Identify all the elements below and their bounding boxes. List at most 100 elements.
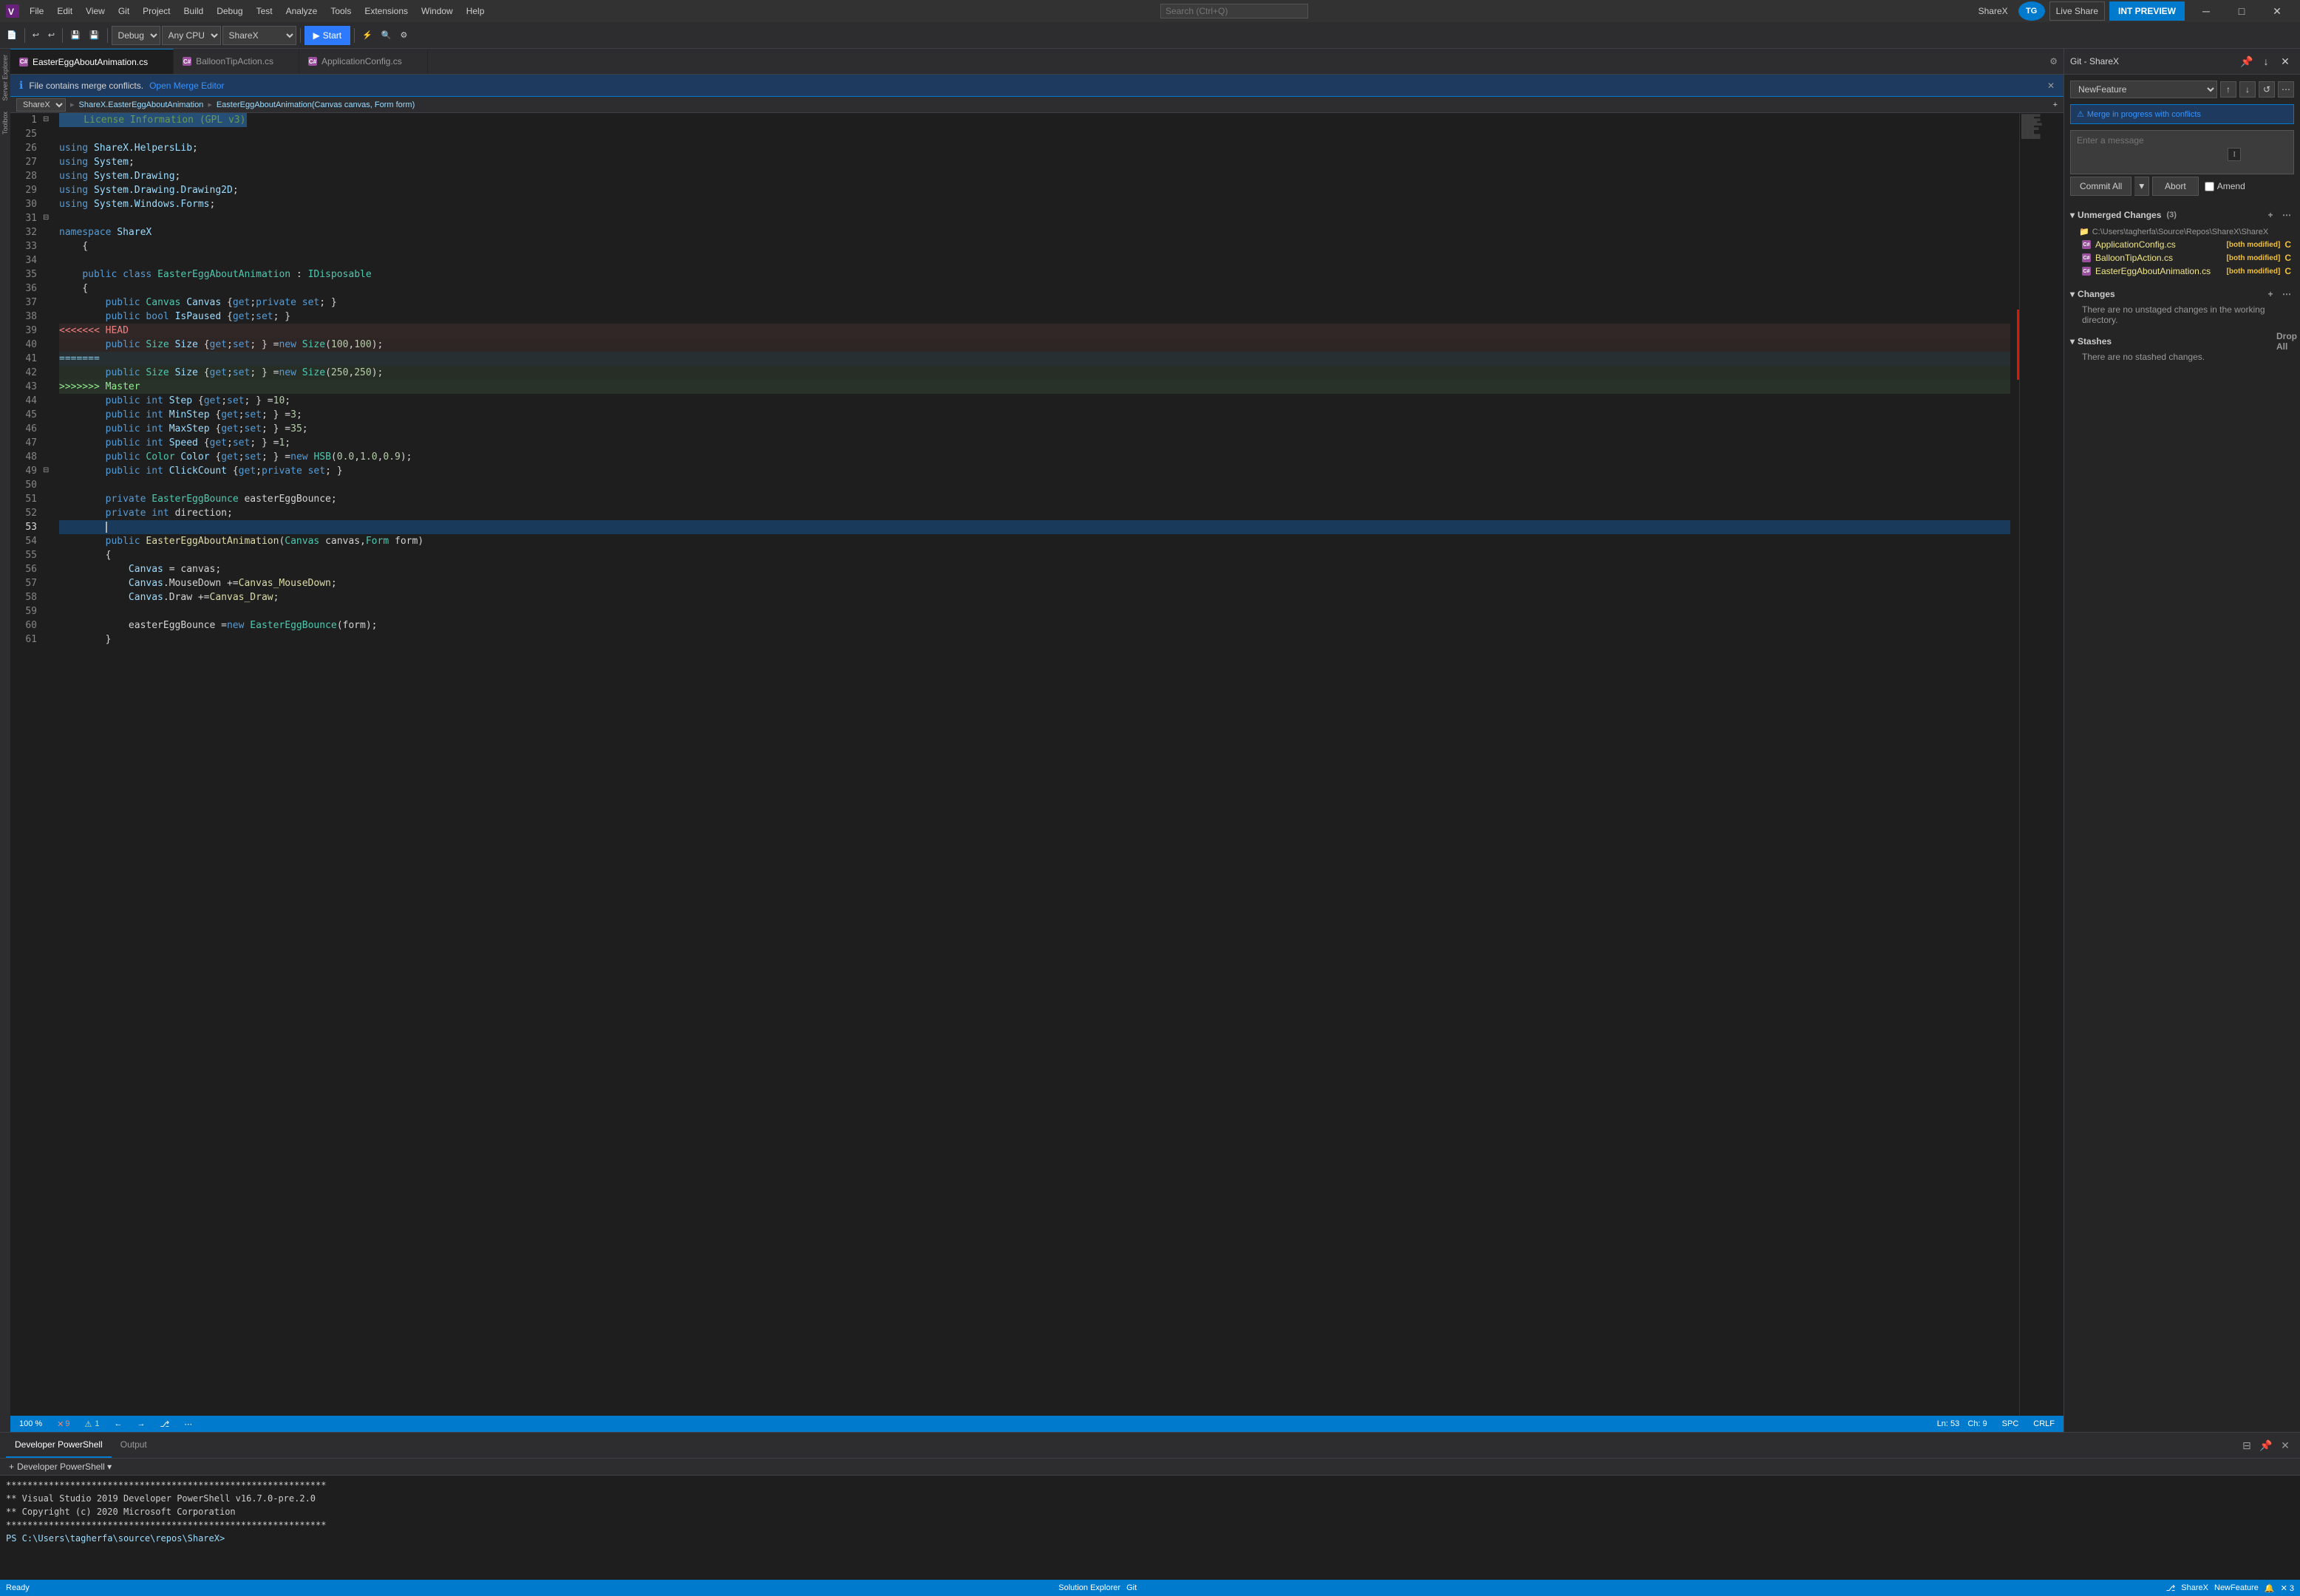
unmerged-file-3[interactable]: C# EasterEggAboutAnimation.cs [both modi… xyxy=(2079,265,2294,278)
mini-map[interactable]: ████████████ ████████ ████████████ █████… xyxy=(2019,113,2063,1416)
branch-up-btn[interactable]: ↑ xyxy=(2220,81,2236,98)
code-line-54[interactable]: public EasterEggAboutAnimation(Canvas ca… xyxy=(59,534,2010,548)
tab-balloon[interactable]: C# BalloonTipAction.cs ✕ xyxy=(174,49,299,74)
bottom-panel-pin-btn[interactable]: 📌 xyxy=(2257,1436,2275,1454)
add-toolbar-item-btn[interactable]: + xyxy=(2053,100,2058,109)
menu-file[interactable]: File xyxy=(24,3,50,19)
scope-dropdown[interactable]: ShareX xyxy=(16,98,66,112)
terminal-line-5[interactable]: PS C:\Users\tagherfa\source\repos\ShareX… xyxy=(6,1532,2294,1545)
code-line-60[interactable]: easterEggBounce = new EasterEggBounce(fo… xyxy=(59,618,2010,632)
menu-project[interactable]: Project xyxy=(137,3,176,19)
code-line-45[interactable]: public int MinStep { get; set; } = 3; xyxy=(59,408,2010,422)
toolbar-btn-2[interactable]: 🔍 xyxy=(378,26,395,45)
branch-dropdown[interactable]: NewFeature xyxy=(2070,81,2217,98)
breadcrumb-method[interactable]: EasterEggAboutAnimation(Canvas canvas, F… xyxy=(217,100,415,109)
code-line-46[interactable]: public int MaxStep { get; set; } = 35; xyxy=(59,422,2010,436)
git-panel-close-btn[interactable]: ✕ xyxy=(2276,52,2294,70)
code-line-33[interactable]: { xyxy=(59,239,2010,253)
restore-button[interactable]: □ xyxy=(2225,0,2259,22)
tab-output[interactable]: Output xyxy=(112,1433,156,1458)
solution-explorer-tab[interactable]: Solution Explorer xyxy=(1058,1583,1120,1592)
minimize-button[interactable]: ─ xyxy=(2189,0,2223,22)
code-line-50[interactable] xyxy=(59,478,2010,492)
unmerged-add-btn[interactable]: + xyxy=(2263,208,2278,222)
menu-git[interactable]: Git xyxy=(112,3,135,19)
warning-count[interactable]: ⚠ 1 xyxy=(82,1419,103,1429)
collapse-btn-35[interactable]: ⊟ xyxy=(43,211,53,225)
code-line-48[interactable]: public Color Color { get; set; } = new H… xyxy=(59,450,2010,464)
code-line-61[interactable]: } xyxy=(59,632,2010,647)
menu-test[interactable]: Test xyxy=(251,3,279,19)
code-line-49[interactable]: public int ClickCount { get; private set… xyxy=(59,464,2010,478)
bottom-panel-close-btn[interactable]: ✕ xyxy=(2276,1436,2294,1454)
encoding-display[interactable]: SPC xyxy=(1999,1419,2022,1428)
code-line-43-conflict-master[interactable]: >>>>>>> Master xyxy=(59,380,2010,394)
int-preview-button[interactable]: INT PREVIEW xyxy=(2109,1,2185,21)
zoom-level[interactable]: 100 % xyxy=(16,1419,45,1428)
code-line-55[interactable]: { xyxy=(59,548,2010,562)
amend-checkbox[interactable] xyxy=(2205,182,2214,191)
tab-easter-egg[interactable]: C# EasterEggAboutAnimation.cs ✕ xyxy=(10,49,174,74)
menu-build[interactable]: Build xyxy=(178,3,210,19)
changes-add-btn[interactable]: + xyxy=(2263,287,2278,301)
code-line-39-conflict-head[interactable]: <<<<<<< HEAD xyxy=(59,324,2010,338)
error-count-bottom[interactable]: ✕ 3 xyxy=(2281,1583,2294,1593)
code-line-29[interactable]: using System.Drawing.Drawing2D; xyxy=(59,183,2010,197)
toolbar-btn-3[interactable]: ⚙ xyxy=(397,26,412,45)
notification-bell[interactable]: 🔔 xyxy=(2265,1583,2275,1593)
menu-edit[interactable]: Edit xyxy=(51,3,78,19)
menu-help[interactable]: Help xyxy=(460,3,491,19)
branch-down-btn[interactable]: ↓ xyxy=(2239,81,2256,98)
breadcrumb-class[interactable]: ShareX.EasterEggAboutAnimation xyxy=(79,100,204,109)
code-line-57[interactable]: Canvas.MouseDown += Canvas_MouseDown; xyxy=(59,576,2010,590)
new-feature-label[interactable]: NewFeature xyxy=(2214,1583,2259,1592)
error-count[interactable]: ✕ 9 xyxy=(54,1419,72,1429)
save-all-button[interactable]: 💾 xyxy=(86,26,103,45)
menu-view[interactable]: View xyxy=(80,3,111,19)
commit-message-input[interactable] xyxy=(2070,130,2294,174)
menu-analyze[interactable]: Analyze xyxy=(280,3,324,19)
branch-more-btn[interactable]: ⋯ xyxy=(2278,81,2294,98)
code-line-30[interactable]: using System.Windows.Forms; xyxy=(59,197,2010,211)
abort-button[interactable]: Abort xyxy=(2152,177,2199,196)
amend-checkbox-label[interactable]: Amend xyxy=(2205,177,2245,196)
global-search-input[interactable] xyxy=(1160,4,1308,18)
code-line-53-cursor[interactable] xyxy=(59,520,2010,534)
code-line-1[interactable]: License Information (GPL v3) xyxy=(59,113,2010,127)
code-editor[interactable]: License Information (GPL v3) using Share… xyxy=(53,113,2016,1416)
code-line-59[interactable] xyxy=(59,604,2010,618)
unmerged-changes-header[interactable]: ▾ Unmerged Changes (3) + ⋯ xyxy=(2070,205,2294,225)
sharex-label[interactable]: ShareX xyxy=(2181,1583,2208,1592)
debug-config-dropdown[interactable]: Debug xyxy=(112,26,160,45)
tab-powershell[interactable]: Developer PowerShell xyxy=(6,1433,112,1458)
code-line-56[interactable]: Canvas = canvas; xyxy=(59,562,2010,576)
close-button[interactable]: ✕ xyxy=(2260,0,2294,22)
code-line-27[interactable]: using System; xyxy=(59,155,2010,169)
code-line-47[interactable]: public int Speed { get; set; } = 1; xyxy=(59,436,2010,450)
code-line-38[interactable]: public bool IsPaused { get; set; } xyxy=(59,310,2010,324)
code-line-41-conflict-sep[interactable]: ======= xyxy=(59,352,2010,366)
server-explorer-tab[interactable]: Server Explorer xyxy=(1,52,9,104)
code-line-35[interactable]: public class EasterEggAboutAnimation : I… xyxy=(59,267,2010,282)
unmerged-file-1[interactable]: C# ApplicationConfig.cs [both modified] … xyxy=(2079,238,2294,251)
git-branch-status[interactable]: ⎇ xyxy=(157,1419,173,1429)
code-line-37[interactable]: public Canvas Canvas { get; private set;… xyxy=(59,296,2010,310)
unmerged-more-btn[interactable]: ⋯ xyxy=(2279,208,2294,222)
project-dropdown[interactable]: ShareX xyxy=(222,26,296,45)
tab-settings-button[interactable]: ⚙ xyxy=(2044,49,2063,74)
terminal[interactable]: ****************************************… xyxy=(0,1476,2300,1580)
code-line-36[interactable]: { xyxy=(59,282,2010,296)
menu-window[interactable]: Window xyxy=(415,3,459,19)
platform-dropdown[interactable]: Any CPU xyxy=(162,26,221,45)
collapse-btn-54[interactable]: ⊟ xyxy=(43,464,53,478)
code-line-40[interactable]: public Size Size { get; set; } = new Siz… xyxy=(59,338,2010,352)
new-file-button[interactable]: 📄 xyxy=(3,26,21,45)
code-line-26[interactable]: using ShareX.HelpersLib; xyxy=(59,141,2010,155)
menu-tools[interactable]: Tools xyxy=(324,3,357,19)
menu-debug[interactable]: Debug xyxy=(211,3,248,19)
tab-appconfig[interactable]: C# ApplicationConfig.cs ✕ xyxy=(299,49,428,74)
save-button[interactable]: 💾 xyxy=(67,26,84,45)
nav-forward[interactable]: → xyxy=(135,1419,149,1428)
code-line-44[interactable]: public int Step { get; set; } = 10; xyxy=(59,394,2010,408)
bottom-panel-split-btn[interactable]: ⊟ xyxy=(2238,1436,2256,1454)
